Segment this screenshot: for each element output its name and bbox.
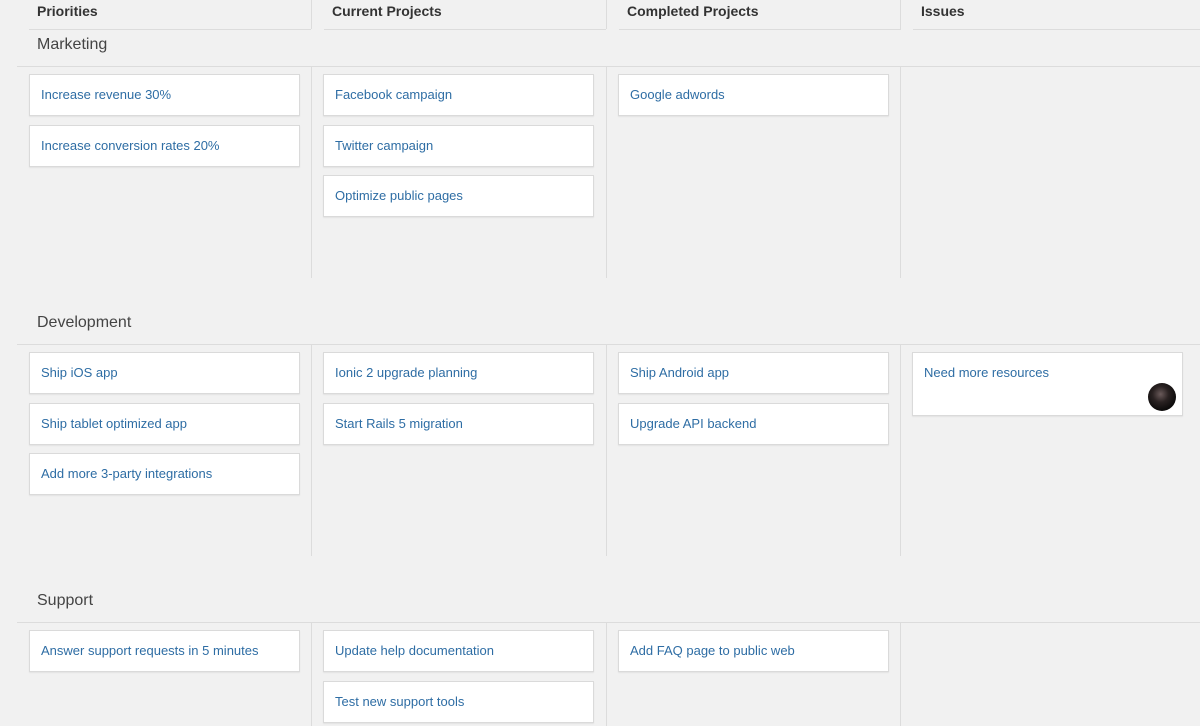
column-divider bbox=[900, 344, 901, 556]
group-title-support: Support bbox=[37, 592, 94, 609]
current-project-card[interactable]: Twitter campaign bbox=[323, 125, 594, 167]
priority-card[interactable]: Answer support requests in 5 minutes bbox=[29, 630, 300, 672]
column-divider bbox=[311, 0, 312, 29]
completed-project-card[interactable]: Google adwords bbox=[618, 74, 889, 116]
column-divider bbox=[606, 0, 607, 29]
group-divider bbox=[17, 344, 1200, 345]
column-header-completed-projects: Completed Projects bbox=[619, 0, 901, 30]
column-divider bbox=[900, 66, 901, 278]
current-project-card[interactable]: Facebook campaign bbox=[323, 74, 594, 116]
current-project-card[interactable]: Start Rails 5 migration bbox=[323, 403, 594, 445]
group-title-development: Development bbox=[37, 314, 132, 331]
column-header-priorities: Priorities bbox=[29, 0, 311, 30]
avatar bbox=[1148, 383, 1176, 411]
column-divider bbox=[311, 622, 312, 726]
column-header-current-projects: Current Projects bbox=[324, 0, 606, 30]
column-divider bbox=[311, 344, 312, 556]
priority-card[interactable]: Increase revenue 30% bbox=[29, 74, 300, 116]
priority-card[interactable]: Add more 3-party integrations bbox=[29, 453, 300, 495]
column-divider bbox=[606, 622, 607, 726]
group-divider bbox=[17, 622, 1200, 623]
column-divider bbox=[606, 344, 607, 556]
priority-card[interactable]: Increase conversion rates 20% bbox=[29, 125, 300, 167]
completed-project-card[interactable]: Upgrade API backend bbox=[618, 403, 889, 445]
current-project-card[interactable]: Ionic 2 upgrade planning bbox=[323, 352, 594, 394]
completed-project-card[interactable]: Add FAQ page to public web bbox=[618, 630, 889, 672]
group-divider bbox=[17, 66, 1200, 67]
column-header-issues: Issues bbox=[913, 0, 1200, 30]
column-divider bbox=[606, 66, 607, 278]
issue-card-label: Need more resources bbox=[924, 365, 1049, 380]
completed-project-card[interactable]: Ship Android app bbox=[618, 352, 889, 394]
current-project-card[interactable]: Update help documentation bbox=[323, 630, 594, 672]
column-divider bbox=[311, 66, 312, 278]
priority-card[interactable]: Ship tablet optimized app bbox=[29, 403, 300, 445]
current-project-card[interactable]: Test new support tools bbox=[323, 681, 594, 723]
group-title-marketing: Marketing bbox=[37, 36, 108, 53]
column-divider bbox=[900, 622, 901, 726]
issue-card[interactable]: Need more resources bbox=[912, 352, 1183, 416]
priority-card[interactable]: Ship iOS app bbox=[29, 352, 300, 394]
current-project-card[interactable]: Optimize public pages bbox=[323, 175, 594, 217]
column-divider bbox=[900, 0, 901, 29]
